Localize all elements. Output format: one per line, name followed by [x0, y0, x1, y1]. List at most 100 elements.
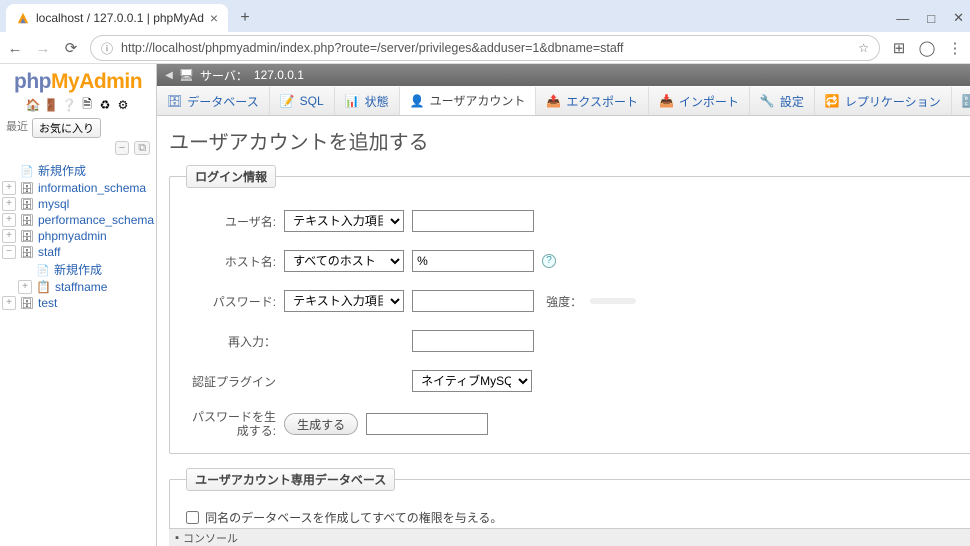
- nav-variables[interactable]: 🔡変数: [952, 87, 970, 115]
- profile-icon[interactable]: ◯: [918, 39, 936, 57]
- new-tab-button[interactable]: +: [234, 7, 256, 29]
- select-username-mode[interactable]: テキスト入力項目の値: [284, 210, 404, 232]
- nav-status[interactable]: 📊状態: [335, 87, 400, 115]
- label-generate: パスワードを生成する:: [186, 410, 276, 439]
- db-icon: [20, 213, 34, 227]
- label-retype: 再入力：: [186, 333, 276, 350]
- settings-icon[interactable]: ⚙: [116, 98, 130, 112]
- nav-users[interactable]: 👤ユーザアカウント: [400, 87, 537, 116]
- users-nav-icon: 👤: [410, 94, 425, 108]
- tree-db-information_schema[interactable]: +information_schema: [2, 180, 154, 196]
- input-host[interactable]: [412, 250, 534, 272]
- nav-settings[interactable]: 🔧設定: [750, 87, 815, 115]
- window-close-icon[interactable]: ✕: [953, 10, 964, 26]
- cb-row-1: 同名のデータベースを作成してすべての権限を与える。: [186, 509, 970, 526]
- bookmark-star-icon[interactable]: ☆: [858, 41, 869, 55]
- close-tab-icon[interactable]: ×: [210, 10, 218, 26]
- address-bar: ← → ⟳ ⓘ http://localhost/phpmyadmin/inde…: [0, 32, 970, 64]
- input-retype[interactable]: [412, 330, 534, 352]
- db-icon: [20, 296, 34, 310]
- sidebar-tab-recent[interactable]: 最近: [6, 118, 28, 138]
- db-nav-icon: 🗄: [167, 94, 182, 108]
- main-pane: ◀ 🖥 サーバ： 127.0.0.1 ⌃ 🗄データベース 📝SQL 📊状態 👤ユ…: [156, 64, 970, 546]
- tree-staff-new[interactable]: 新規作成: [2, 260, 154, 279]
- database-tree: 新規作成 +information_schema +mysql +perform…: [0, 157, 156, 315]
- export-nav-icon: 📤: [546, 94, 561, 108]
- logo[interactable]: phpMyAdmin: [0, 64, 156, 96]
- input-password[interactable]: [412, 290, 534, 312]
- label-strength: 強度：: [546, 293, 582, 310]
- login-info-legend: ログイン情報: [186, 165, 276, 188]
- page-title: ユーザアカウントを追加する: [169, 126, 970, 155]
- tab-title: localhost / 127.0.0.1 | phpMyAd: [36, 11, 204, 25]
- user-db-legend: ユーザアカウント専用データベース: [186, 468, 395, 491]
- row-auth: 認証プラグイン ネイティブMySQL認証: [186, 370, 970, 392]
- window-maximize-icon[interactable]: □: [927, 11, 935, 26]
- select-host-mode[interactable]: すべてのホスト: [284, 250, 404, 272]
- nav-back-icon[interactable]: ←: [6, 40, 24, 57]
- home-icon[interactable]: 🏠: [26, 98, 40, 112]
- window-minimize-icon[interactable]: ―: [896, 11, 909, 26]
- link-icon[interactable]: ⧉: [134, 141, 150, 155]
- replication-nav-icon: 🔁: [825, 94, 840, 108]
- nav-sql[interactable]: 📝SQL: [270, 87, 335, 115]
- browser-chrome: localhost / 127.0.0.1 | phpMyAd × + ― □ …: [0, 0, 970, 64]
- console-label: コンソール: [183, 530, 238, 546]
- help-icon[interactable]: ?: [542, 254, 556, 268]
- cb-create-same-db[interactable]: [186, 511, 199, 524]
- tree-staff-staffname[interactable]: +📋staffname: [2, 279, 154, 295]
- select-auth-plugin[interactable]: ネイティブMySQL認証: [412, 370, 532, 392]
- browser-tab[interactable]: localhost / 127.0.0.1 | phpMyAd ×: [6, 4, 228, 32]
- new-table-icon: [36, 263, 50, 277]
- strength-meter: [590, 298, 636, 304]
- server-label: サーバ：: [200, 67, 248, 84]
- tree-db-performance_schema[interactable]: +performance_schema: [2, 212, 154, 228]
- sql-icon[interactable]: 🗎: [80, 98, 94, 112]
- nav-databases[interactable]: 🗄データベース: [157, 87, 270, 115]
- nav-import[interactable]: 📥インポート: [649, 87, 750, 115]
- generate-button[interactable]: 生成する: [284, 413, 358, 435]
- breadcrumb-collapse-icon[interactable]: ◀: [165, 70, 173, 81]
- nav-export[interactable]: 📤エクスポート: [536, 87, 649, 115]
- sidebar-tab-favorites[interactable]: お気に入り: [32, 118, 101, 138]
- input-generated[interactable]: [366, 413, 488, 435]
- home-icon-row: 🏠 🚪 ❔ 🗎 ♻ ⚙: [0, 98, 156, 112]
- server-icon: 🖥: [179, 68, 194, 82]
- sidebar: phpMyAdmin 🏠 🚪 ❔ 🗎 ♻ ⚙ 最近 お気に入り − ⧉ 新規作成…: [0, 64, 156, 546]
- url-text: http://localhost/phpmyadmin/index.php?ro…: [121, 41, 850, 55]
- status-nav-icon: 📊: [345, 94, 360, 108]
- console-bar[interactable]: ▪ コンソール: [169, 528, 970, 546]
- label-host: ホスト名:: [186, 253, 276, 270]
- server-name: 127.0.0.1: [254, 68, 304, 82]
- db-icon: [20, 197, 34, 211]
- input-username[interactable]: [412, 210, 534, 232]
- nav-reload-icon[interactable]: ⟳: [62, 39, 80, 57]
- tab-strip: localhost / 127.0.0.1 | phpMyAd × + ― □ …: [0, 0, 970, 32]
- tree-db-staff[interactable]: −staff: [2, 244, 154, 260]
- row-username: ユーザ名: テキスト入力項目の値: [186, 210, 970, 232]
- table-icon: 📋: [36, 280, 51, 294]
- db-icon: [20, 245, 34, 259]
- nav-forward-icon[interactable]: →: [34, 40, 52, 57]
- select-password-mode[interactable]: テキスト入力項目の値: [284, 290, 404, 312]
- nav-replication[interactable]: 🔁レプリケーション: [815, 87, 952, 115]
- app-frame: phpMyAdmin 🏠 🚪 ❔ 🗎 ♻ ⚙ 最近 お気に入り − ⧉ 新規作成…: [0, 64, 970, 546]
- row-retype: 再入力：: [186, 330, 970, 352]
- login-info-fieldset: ログイン情報 ユーザ名: テキスト入力項目の値 ホスト名: すべてのホスト ? …: [169, 165, 970, 454]
- tree-new[interactable]: 新規作成: [2, 161, 154, 180]
- row-generate: パスワードを生成する: 生成する: [186, 410, 970, 439]
- tree-db-mysql[interactable]: +mysql: [2, 196, 154, 212]
- collapse-tree-icon[interactable]: −: [115, 141, 129, 155]
- reload-icon[interactable]: ♻: [98, 98, 112, 112]
- url-box[interactable]: ⓘ http://localhost/phpmyadmin/index.php?…: [90, 35, 880, 61]
- server-breadcrumb[interactable]: ◀ 🖥 サーバ： 127.0.0.1 ⌃: [157, 64, 970, 86]
- docs-icon[interactable]: ❔: [62, 98, 76, 112]
- site-info-icon[interactable]: ⓘ: [101, 40, 113, 57]
- menu-icon[interactable]: ⋮: [946, 39, 964, 57]
- new-db-icon: [20, 164, 34, 178]
- logout-icon[interactable]: 🚪: [44, 98, 58, 112]
- extensions-icon[interactable]: ⊞: [890, 39, 908, 57]
- settings-nav-icon: 🔧: [760, 94, 775, 108]
- tree-db-test[interactable]: +test: [2, 295, 154, 311]
- tree-db-phpmyadmin[interactable]: +phpmyadmin: [2, 228, 154, 244]
